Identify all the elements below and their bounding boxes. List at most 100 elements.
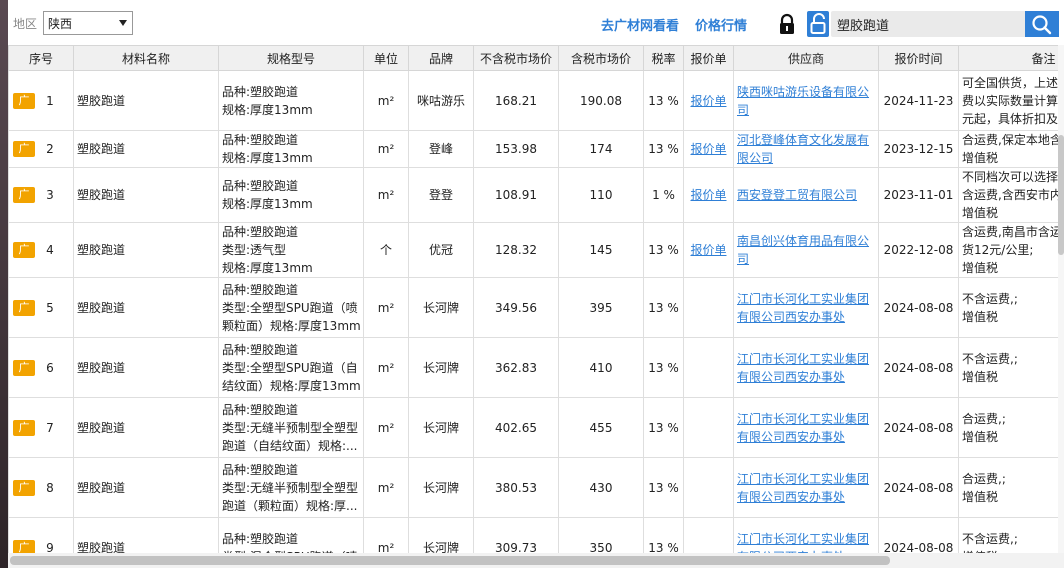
table-header-row: 序号 材料名称 规格型号 单位 品牌 不含税市场价 含税市场价 税率 报价单 供应商 报价时间 备注 xyxy=(8,45,1064,71)
material-name-cell: 塑胶跑道 xyxy=(73,397,219,458)
horizontal-scrollbar[interactable] xyxy=(8,553,1064,568)
vertical-scrollbar-thumb[interactable] xyxy=(1058,135,1064,255)
table-row[interactable]: 广 2 塑胶跑道 品种:塑胶跑道 规格:厚度13mm m² 登峰 153.98 174 13 % 报… xyxy=(8,130,1064,168)
table-row[interactable]: 广 5 塑胶跑道 品种:塑胶跑道 类型:全塑型SPU跑道（喷 颗粒面）规格:厚度13mm m… xyxy=(8,277,1064,338)
column-header[interactable]: 报价时间 xyxy=(878,45,959,71)
column-header[interactable]: 供应商 xyxy=(733,45,879,71)
column-header[interactable]: 备注 xyxy=(958,45,1064,71)
price-incl-tax-cell: 190.08 xyxy=(558,70,644,131)
column-header[interactable]: 序号 xyxy=(8,45,74,71)
column-header[interactable]: 报价单 xyxy=(683,45,734,71)
table-row[interactable]: 广 1 塑胶跑道 品种:塑胶跑道 规格:厚度13mm m² 咪咕游乐 168.21 190.08… xyxy=(8,70,1064,131)
quote-link[interactable]: 报价单 xyxy=(690,188,726,202)
index-cell: 广7 xyxy=(8,397,74,458)
source-tag-icon[interactable]: 广 xyxy=(13,242,35,259)
supplier-link[interactable]: 江门市长河化工实业集团有限公司西安办事处 xyxy=(737,292,869,324)
tax-rate: 13 % xyxy=(648,300,679,315)
unit-cell: m² xyxy=(363,517,409,553)
source-tag-icon[interactable]: 广 xyxy=(13,92,35,109)
source-tag-icon[interactable]: 广 xyxy=(13,187,35,204)
brand: 长河牌 xyxy=(422,480,459,495)
quote-date: 2024-08-08 xyxy=(883,420,954,435)
supplier-link[interactable]: 西安登登工贸有限公司 xyxy=(737,188,857,202)
price-excl-tax-cell: 108.91 xyxy=(473,167,559,223)
row-index: 7 xyxy=(46,420,54,435)
column-header[interactable]: 不含税市场价 xyxy=(473,45,559,71)
table-row[interactable]: 广 4 塑胶跑道 品种:塑胶跑道 类型:透气型 规格:厚度13mm 个优冠 128.32 145… xyxy=(8,222,1064,278)
row-index: 5 xyxy=(46,300,54,315)
spec-line: 规格:厚度13mm xyxy=(222,102,313,117)
quote-link[interactable]: 报价单 xyxy=(690,94,726,108)
quote-date: 2024-08-08 xyxy=(883,540,954,554)
search-input[interactable] xyxy=(837,15,1027,33)
table-row[interactable]: 广 3 塑胶跑道 品种:塑胶跑道 规格:厚度13mm m² 登登 108.91 110 1 % 报价… xyxy=(8,167,1064,223)
supplier-link[interactable]: 陕西咪咕游乐设备有限公司 xyxy=(737,85,869,117)
supplier-link[interactable]: 江门市长河化工实业集团有限公司西安办事处 xyxy=(737,472,869,504)
source-tag-icon[interactable]: 广 xyxy=(13,479,35,496)
lock-icon[interactable] xyxy=(777,13,797,35)
vertical-scrollbar[interactable] xyxy=(1058,45,1064,553)
source-tag-icon[interactable]: 广 xyxy=(13,299,35,316)
unlock-icon[interactable] xyxy=(807,11,829,37)
column-header[interactable]: 单位 xyxy=(363,45,409,71)
search-button[interactable] xyxy=(1025,11,1059,37)
remark-line: 不含运费,; xyxy=(962,291,1018,306)
column-header[interactable]: 税率 xyxy=(643,45,684,71)
supplier-link[interactable]: 江门市长河化工实业集团有限公司西安办事处 xyxy=(737,532,869,554)
remark-line: 含运费,南昌市含运 xyxy=(962,225,1062,239)
brand-cell: 长河牌 xyxy=(408,277,474,338)
remark-cell: 不含运费,; 增值税 xyxy=(958,277,1064,338)
table-row[interactable]: 广 7 塑胶跑道 品种:塑胶跑道 类型:无缝半预制型全塑型 跑道（自结纹面）规格:... m… xyxy=(8,397,1064,458)
brand-cell: 咪咕游乐 xyxy=(408,70,474,131)
supplier-link[interactable]: 江门市长河化工实业集团有限公司西安办事处 xyxy=(737,352,869,384)
tax-rate-cell: 13 % xyxy=(643,457,684,518)
table-row[interactable]: 广9塑胶跑道品种:塑胶跑道类型:混合型SPU跑道（喷m²长河牌309.73350… xyxy=(8,517,1064,554)
tax-rate-cell: 13 % xyxy=(643,70,684,131)
column-header[interactable]: 品牌 xyxy=(408,45,474,71)
quote-date-cell: 2022-12-08 xyxy=(878,222,959,278)
price-table-container[interactable]: 序号 材料名称 规格型号 单位 品牌 不含税市场价 含税市场价 税率 报价单 供应商 报价时间 备注 … xyxy=(8,45,1064,553)
price-excl-tax: 362.83 xyxy=(495,360,537,375)
table-row[interactable]: 广 8 塑胶跑道 品种:塑胶跑道 类型:无缝半预制型全塑型 跑道（颗粒面）规格:厚... m… xyxy=(8,457,1064,518)
remark-cell: 合运费,; 增值税 xyxy=(958,397,1064,458)
material-name-cell: 塑胶跑道 xyxy=(73,70,219,131)
tax-rate-cell: 13 % xyxy=(643,397,684,458)
spec-line: 品种:塑胶跑道 xyxy=(222,84,299,99)
supplier-link[interactable]: 南昌创兴体育用品有限公司 xyxy=(737,234,869,266)
remark-line: 含运费,含西安市内 xyxy=(962,188,1062,202)
quote-link[interactable]: 报价单 xyxy=(690,243,726,257)
brand: 长河牌 xyxy=(422,360,459,375)
quote-cell xyxy=(683,277,734,338)
table-row[interactable]: 广 6 塑胶跑道 品种:塑胶跑道 类型:全塑型SPU跑道（自 结纹面）规格:厚度13mm m… xyxy=(8,337,1064,398)
supplier-link[interactable]: 河北登峰体育文化发展有限公司 xyxy=(737,133,869,165)
quote-cell: 报价单 xyxy=(683,222,734,278)
quote-link[interactable]: 报价单 xyxy=(690,142,726,156)
go-guangcai-link[interactable]: 去广材网看看 xyxy=(601,15,679,34)
price-trend-link[interactable]: 价格行情 xyxy=(695,15,747,34)
quote-date: 2024-08-08 xyxy=(883,360,954,375)
row-index: 3 xyxy=(46,188,54,203)
spec-cell: 品种:塑胶跑道 规格:厚度13mm xyxy=(218,167,364,223)
column-header[interactable]: 含税市场价 xyxy=(558,45,644,71)
supplier-link[interactable]: 江门市长河化工实业集团有限公司西安办事处 xyxy=(737,412,869,444)
column-header[interactable]: 规格型号 xyxy=(218,45,364,71)
material-name: 塑胶跑道 xyxy=(77,243,126,257)
spec-line: 类型:全塑型SPU跑道（喷 xyxy=(222,300,358,315)
source-tag-icon[interactable]: 广 xyxy=(13,539,35,553)
region-select[interactable]: 陕西 xyxy=(43,11,133,35)
horizontal-scrollbar-thumb[interactable] xyxy=(10,556,890,565)
source-tag-icon[interactable]: 广 xyxy=(13,359,35,376)
price-excl-tax-cell: 402.65 xyxy=(473,397,559,458)
column-header[interactable]: 材料名称 xyxy=(73,45,219,71)
tax-rate: 13 % xyxy=(648,142,679,156)
spec-cell: 品种:塑胶跑道 类型:全塑型SPU跑道（自 结纹面）规格:厚度13mm xyxy=(218,337,364,398)
material-name: 塑胶跑道 xyxy=(77,360,126,375)
source-tag-icon[interactable]: 广 xyxy=(13,141,35,158)
price-excl-tax-cell: 153.98 xyxy=(473,130,559,168)
quote-date: 2023-11-01 xyxy=(883,188,954,202)
source-tag-icon[interactable]: 广 xyxy=(13,419,35,436)
tax-rate: 13 % xyxy=(648,480,679,495)
remark-line: 不含运费,; xyxy=(962,531,1018,546)
price-incl-tax: 430 xyxy=(589,480,613,495)
quote-cell: 报价单 xyxy=(683,130,734,168)
